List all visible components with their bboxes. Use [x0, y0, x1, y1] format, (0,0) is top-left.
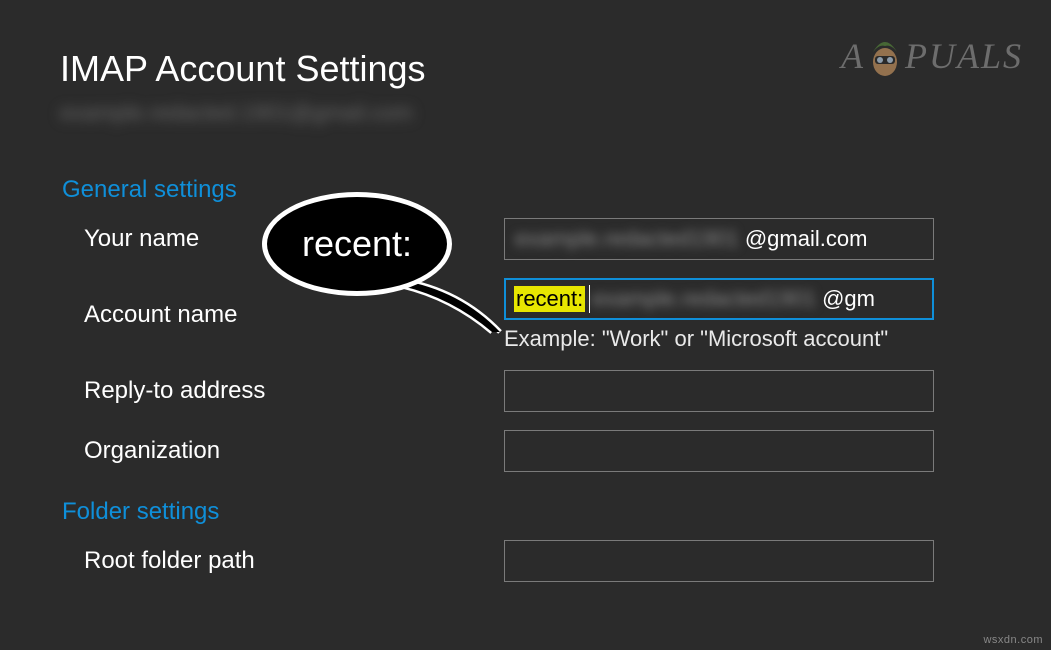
account-email-subtitle: example.redacted.1901@gmail.com [60, 100, 991, 126]
account-name-blurred: example.redacted1901 [592, 286, 816, 312]
organization-label: Organization [84, 437, 504, 465]
account-name-input[interactable]: recent: example.redacted1901 @gm [504, 278, 934, 320]
text-cursor-icon [589, 285, 590, 313]
callout-bubble: recent: [262, 192, 452, 296]
callout-text: recent: [302, 223, 412, 265]
your-name-input[interactable]: example.redacted1901 @gmail.com [504, 218, 934, 260]
brand-suffix: PUALS [905, 35, 1023, 77]
account-name-highlight: recent: [514, 286, 585, 312]
your-name-blurred: example.redacted1901 [515, 226, 739, 252]
your-name-suffix: @gmail.com [745, 226, 868, 252]
organization-input[interactable] [504, 430, 934, 472]
reply-to-input[interactable] [504, 370, 934, 412]
account-name-helper: Example: "Work" or "Microsoft account" [504, 326, 934, 352]
section-folder-heading: Folder settings [62, 498, 991, 526]
root-folder-label: Root folder path [84, 547, 504, 575]
root-folder-input[interactable] [504, 540, 934, 582]
brand-mascot-icon [867, 32, 903, 80]
account-name-suffix: @gm [822, 286, 875, 312]
footer-watermark: wsxdn.com [983, 634, 1043, 646]
brand-prefix: A [841, 35, 865, 77]
reply-to-label: Reply-to address [84, 377, 504, 405]
section-general-heading: General settings [62, 176, 991, 204]
brand-watermark: A PUALS [841, 32, 1023, 80]
